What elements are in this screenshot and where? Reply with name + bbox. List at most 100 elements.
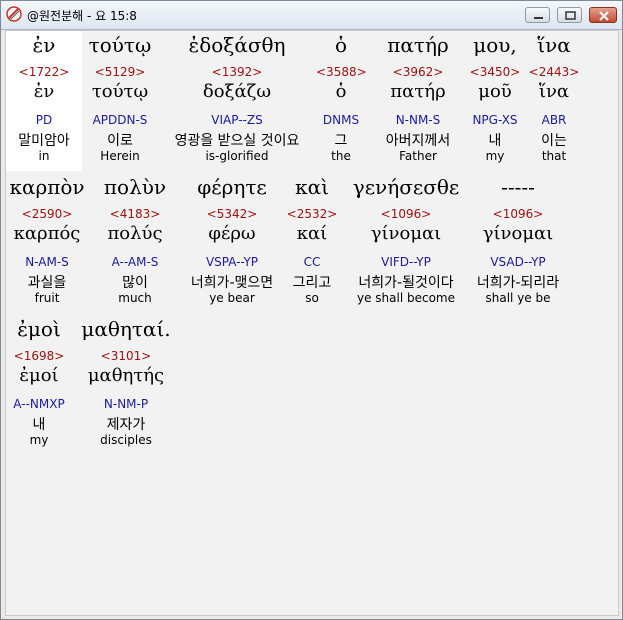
greek-word: γενήσεσθε <box>352 175 460 199</box>
parse-code: APDDN-S <box>92 113 148 127</box>
lemma: ἐν <box>33 81 55 102</box>
strong-number: <3450> <box>469 65 521 79</box>
greek-word: ἐν <box>32 33 56 57</box>
greek-word: καρπὸν <box>9 175 85 199</box>
english-gloss: my <box>485 149 505 163</box>
word-column[interactable]: ----- <1096> γίνομαι VSAD--YP 너희가-되리라 sh… <box>468 173 568 313</box>
greek-word: μου, <box>473 33 517 57</box>
english-gloss: that <box>541 149 567 163</box>
lemma: ὁ <box>335 81 347 102</box>
lemma: γίνομαι <box>370 223 442 244</box>
greek-word: ----- <box>501 175 535 199</box>
lemma: μαθητής <box>87 365 165 386</box>
word-column[interactable]: καὶ <2532> καί CC 그리고 so <box>286 173 338 313</box>
parse-code: VSAD--YP <box>490 255 546 269</box>
english-gloss: ye bear <box>209 291 255 305</box>
strong-number: <1722> <box>18 65 70 79</box>
parse-code: VSPA--YP <box>205 255 259 269</box>
strong-number: <5129> <box>94 65 146 79</box>
word-column[interactable]: μαθηταί. <3101> μαθητής N-NM-P 제자가 disci… <box>76 315 176 455</box>
lemma: γίνομαι <box>482 223 554 244</box>
lemma: φέρω <box>208 223 256 244</box>
close-icon <box>599 11 609 21</box>
word-column[interactable]: πολὺν <4183> πολύς A--AM-S 많이 much <box>94 173 176 313</box>
english-gloss: fruit <box>34 291 60 305</box>
maximize-button[interactable] <box>557 7 582 23</box>
korean-gloss: 너희가-맺으면 <box>190 275 274 291</box>
lemma: καρπός <box>13 223 81 244</box>
korean-gloss: 이로 <box>107 133 133 149</box>
greek-word: ὁ <box>334 33 348 57</box>
korean-gloss: 그 <box>334 133 348 149</box>
korean-gloss: 그리고 <box>292 275 332 291</box>
parse-code: DNMS <box>322 113 360 127</box>
lemma: πατήρ <box>390 81 446 102</box>
greek-word: πατήρ <box>387 33 449 57</box>
english-gloss: Father <box>399 149 437 163</box>
strong-number: <3962> <box>392 65 444 79</box>
window-title: @원전분해 - 요 15:8 <box>27 9 137 23</box>
word-column[interactable]: καρπὸν <2590> καρπός N-AM-S 과실을 fruit <box>6 173 88 313</box>
lemma: τούτῳ <box>91 81 149 102</box>
greek-word: φέρητε <box>197 175 267 199</box>
korean-gloss: 내 <box>32 417 46 433</box>
word-column[interactable]: φέρητε <5342> φέρω VSPA--YP 너희가-맺으면 ye b… <box>180 173 284 313</box>
english-gloss: ye shall become <box>356 291 455 305</box>
greek-word: μαθηταί. <box>81 317 171 341</box>
minimize-button[interactable] <box>525 7 550 23</box>
english-gloss: the <box>331 149 351 163</box>
greek-word: ἵνα <box>537 33 571 57</box>
strong-number: <2532> <box>286 207 338 221</box>
korean-gloss: 너희가-되리라 <box>476 275 560 291</box>
strong-number: <5342> <box>206 207 258 221</box>
lemma: πολύς <box>107 223 163 244</box>
english-gloss: much <box>118 291 152 305</box>
strong-number: <2443> <box>528 65 580 79</box>
app-icon <box>6 6 22 22</box>
maximize-icon <box>565 11 576 20</box>
title-bar[interactable]: @원전분해 - 요 15:8 <box>1 1 622 30</box>
greek-word: ἐδοξάσθη <box>188 33 286 57</box>
parse-code: A--NMXP <box>13 397 65 411</box>
parse-code: VIAP--ZS <box>211 113 263 127</box>
word-column[interactable]: ἐμοὶ <1698> ἐμοί A--NMXP 내 my <box>6 315 72 455</box>
strong-number: <2590> <box>21 207 73 221</box>
word-column[interactable]: ἵνα <2443> ἵνα ABR 이는 that <box>526 31 582 171</box>
parse-code: PD <box>35 113 53 127</box>
lemma: ἵνα <box>538 81 570 102</box>
app-window: @원전분해 - 요 15:8 ἐν <1722> ἐν PD 말미암아 in τ… <box>0 0 623 620</box>
english-gloss: shall ye be <box>485 291 551 305</box>
english-gloss: my <box>29 433 49 447</box>
strong-number: <1096> <box>380 207 432 221</box>
word-column[interactable]: τούτῳ <5129> τούτῳ APDDN-S 이로 Herein <box>82 31 158 171</box>
word-column[interactable]: γενήσεσθε <1096> γίνομαι VIFD--YP 너희가-될것… <box>344 173 468 313</box>
greek-word: καὶ <box>295 175 329 199</box>
parse-code: ABR <box>541 113 567 127</box>
word-column[interactable]: ἐδοξάσθη <1392> δοξάζω VIAP--ZS 영광을 받으실 … <box>162 31 312 171</box>
word-column[interactable]: ἐν <1722> ἐν PD 말미암아 in <box>6 31 82 171</box>
parse-code: N-AM-S <box>25 255 69 269</box>
english-gloss: in <box>38 149 50 163</box>
korean-gloss: 제자가 <box>106 417 146 433</box>
parse-code: NPG-XS <box>472 113 518 127</box>
strong-number: <3101> <box>100 349 152 363</box>
close-button[interactable] <box>589 7 617 23</box>
parse-code: A--AM-S <box>111 255 159 269</box>
korean-gloss: 아버지께서 <box>385 133 451 149</box>
word-column[interactable]: πατήρ <3962> πατήρ N-NM-S 아버지께서 Father <box>370 31 466 171</box>
strong-number: <4183> <box>109 207 161 221</box>
strong-number: <1698> <box>13 349 65 363</box>
word-column[interactable]: ὁ <3588> ὁ DNMS 그 the <box>316 31 367 171</box>
korean-gloss: 과실을 <box>27 275 67 291</box>
strong-number: <1392> <box>211 65 263 79</box>
lemma: καί <box>296 223 328 244</box>
minimize-icon <box>534 17 543 19</box>
greek-word: τούτῳ <box>88 33 152 57</box>
korean-gloss: 너희가-될것이다 <box>358 275 454 291</box>
word-column[interactable]: μου, <3450> μοῦ NPG-XS 내 my <box>468 31 522 171</box>
parse-code: CC <box>303 255 321 269</box>
lemma: δοξάζω <box>202 81 272 102</box>
greek-word: πολὺν <box>103 175 167 199</box>
korean-gloss: 많이 <box>122 275 148 291</box>
korean-gloss: 말미암아 <box>18 133 70 149</box>
